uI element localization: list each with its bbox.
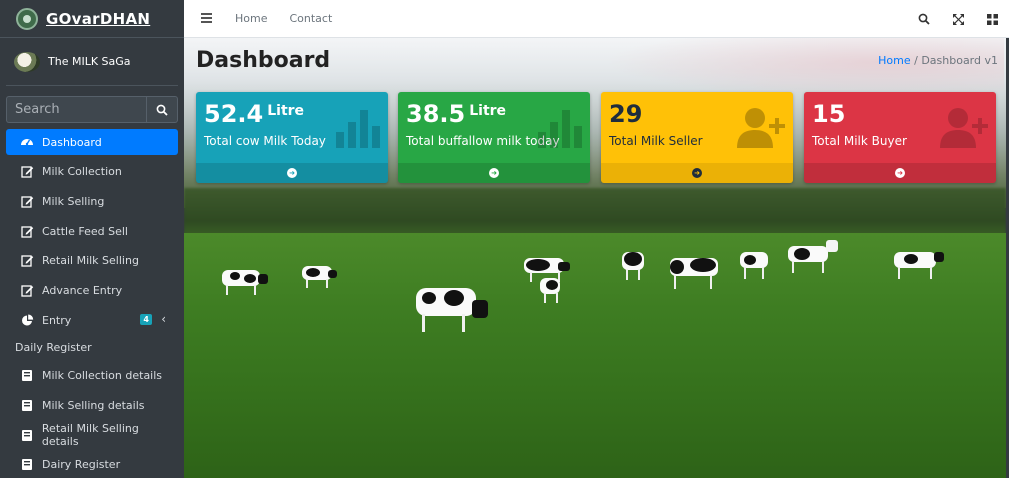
sidebar-item-dashboard[interactable]: Dashboard <box>6 129 178 155</box>
cow-image <box>416 288 492 336</box>
stat-box-milk-buyer: 15 Total Milk Buyer ➜ <box>804 92 996 183</box>
search-input[interactable] <box>6 96 146 123</box>
bar-chart-icon <box>336 110 380 148</box>
stat-unit: Litre <box>469 103 507 119</box>
edit-icon <box>20 165 34 179</box>
stat-box-more-info-link[interactable]: ➜ <box>196 163 388 183</box>
edit-icon <box>20 254 34 268</box>
sidebar-item-label: Cattle Feed Sell <box>42 224 128 238</box>
stat-unit: Litre <box>267 103 305 119</box>
sidebar-item-entry[interactable]: Entry 4 ‹ <box>6 307 178 333</box>
nav-link-home[interactable]: Home <box>235 12 267 25</box>
sidebar-item-label: Milk Selling details <box>42 399 145 412</box>
sidebar-item-milk-collection-details[interactable]: Milk Collection details <box>6 363 178 389</box>
stat-box-more-info-link[interactable]: ➜ <box>601 163 793 183</box>
breadcrumb-current: Dashboard v1 <box>921 54 998 67</box>
cow-image <box>622 252 648 282</box>
sidebar-item-milk-selling-details[interactable]: Milk Selling details <box>6 393 178 419</box>
cow-image <box>670 258 726 294</box>
search-icon[interactable] <box>907 13 941 25</box>
sidebar-item-dairy-register[interactable]: Dairy Register <box>6 452 178 478</box>
arrow-circle-right-icon: ➜ <box>692 168 702 178</box>
cow-image <box>788 240 840 274</box>
sidebar-item-label: Entry <box>42 313 72 327</box>
arrow-circle-right-icon: ➜ <box>489 168 499 178</box>
edit-icon <box>20 194 34 208</box>
breadcrumb-home-link[interactable]: Home <box>878 54 910 67</box>
stat-box-milk-seller: 29 Total Milk Seller ➜ <box>601 92 793 183</box>
dashboard-icon <box>20 135 34 149</box>
stat-value: 29 <box>609 100 643 128</box>
content-wrapper: Dashboard Home / Dashboard v1 52.4 Litre … <box>184 38 1006 478</box>
entry-count-badge: 4 <box>140 314 152 326</box>
nav-link-contact[interactable]: Contact <box>289 12 332 25</box>
fullscreen-icon[interactable] <box>941 13 975 25</box>
cow-image <box>222 270 268 296</box>
brand-logo-icon <box>16 7 38 30</box>
search-icon <box>156 104 168 116</box>
avatar <box>14 51 40 72</box>
sidebar-search <box>6 96 178 123</box>
bar-chart-icon <box>538 110 582 148</box>
breadcrumb: Home / Dashboard v1 <box>878 54 998 67</box>
sidebar-item-label: Advance Entry <box>42 283 123 297</box>
book-icon <box>20 458 34 472</box>
book-icon <box>20 428 34 442</box>
brand-link[interactable]: GOvarDHAN <box>0 0 184 38</box>
arrow-circle-right-icon: ➜ <box>895 168 905 178</box>
edit-icon <box>20 224 34 238</box>
breadcrumb-separator: / <box>914 54 918 67</box>
cow-image <box>894 252 944 282</box>
user-plus-icon <box>737 108 785 148</box>
sidebar-item-label: Retail Milk Selling <box>42 254 139 268</box>
stat-box-buffalo-milk: 38.5 Litre Total buffallow milk today ➜ <box>398 92 590 183</box>
top-navbar: Home Contact <box>184 0 1009 38</box>
page-title: Dashboard <box>196 48 331 73</box>
book-icon <box>20 399 34 413</box>
search-button[interactable] <box>146 96 178 123</box>
menu-toggle-icon[interactable] <box>201 11 215 27</box>
sidebar-item-label: Retail Milk Selling details <box>41 422 139 449</box>
brand-name: GOvarDHAN <box>46 9 151 28</box>
sidebar-item-retail-milk-selling-details[interactable]: Retail Milk Selling details <box>6 422 178 448</box>
section-header-daily-register: Daily Register <box>15 341 92 355</box>
cow-image <box>302 266 338 290</box>
user-plus-icon <box>940 108 988 148</box>
chevron-left-icon[interactable]: ‹ <box>161 312 166 326</box>
sidebar-item-cattle-feed-sell[interactable]: Cattle Feed Sell <box>6 218 178 244</box>
main-sidebar: GOvarDHAN The MILK SaGa Dashboard Milk C… <box>0 0 184 478</box>
stat-value: 52.4 <box>204 100 264 128</box>
stat-value: 38.5 <box>406 100 466 128</box>
stat-value: 15 <box>812 100 846 128</box>
sidebar-item-retail-milk-selling[interactable]: Retail Milk Selling <box>6 248 178 274</box>
stat-box-cow-milk: 52.4 Litre Total cow Milk Today ➜ <box>196 92 388 183</box>
sidebar-item-label: Dashboard <box>42 135 102 149</box>
sidebar-item-advance-entry[interactable]: Advance Entry <box>6 277 178 303</box>
sidebar-item-milk-selling[interactable]: Milk Selling <box>6 188 178 214</box>
sidebar-item-label: Milk Selling <box>42 194 105 208</box>
stat-box-more-info-link[interactable]: ➜ <box>398 163 590 183</box>
sidebar-item-milk-collection[interactable]: Milk Collection <box>6 159 178 185</box>
edit-icon <box>20 283 34 297</box>
pie-chart-icon <box>20 313 34 327</box>
apps-grid-icon[interactable] <box>975 13 1009 25</box>
user-name: The MILK SaGa <box>48 55 131 68</box>
cow-image <box>740 252 772 282</box>
arrow-circle-right-icon: ➜ <box>287 168 297 178</box>
book-icon <box>20 369 34 383</box>
sidebar-item-label: Milk Collection details <box>42 369 163 383</box>
user-panel[interactable]: The MILK SaGa <box>6 38 178 86</box>
cow-image <box>540 278 566 304</box>
sidebar-item-label: Milk Collection <box>42 165 122 179</box>
stat-box-more-info-link[interactable]: ➜ <box>804 163 996 183</box>
sidebar-item-label: Dairy Register <box>42 458 121 472</box>
